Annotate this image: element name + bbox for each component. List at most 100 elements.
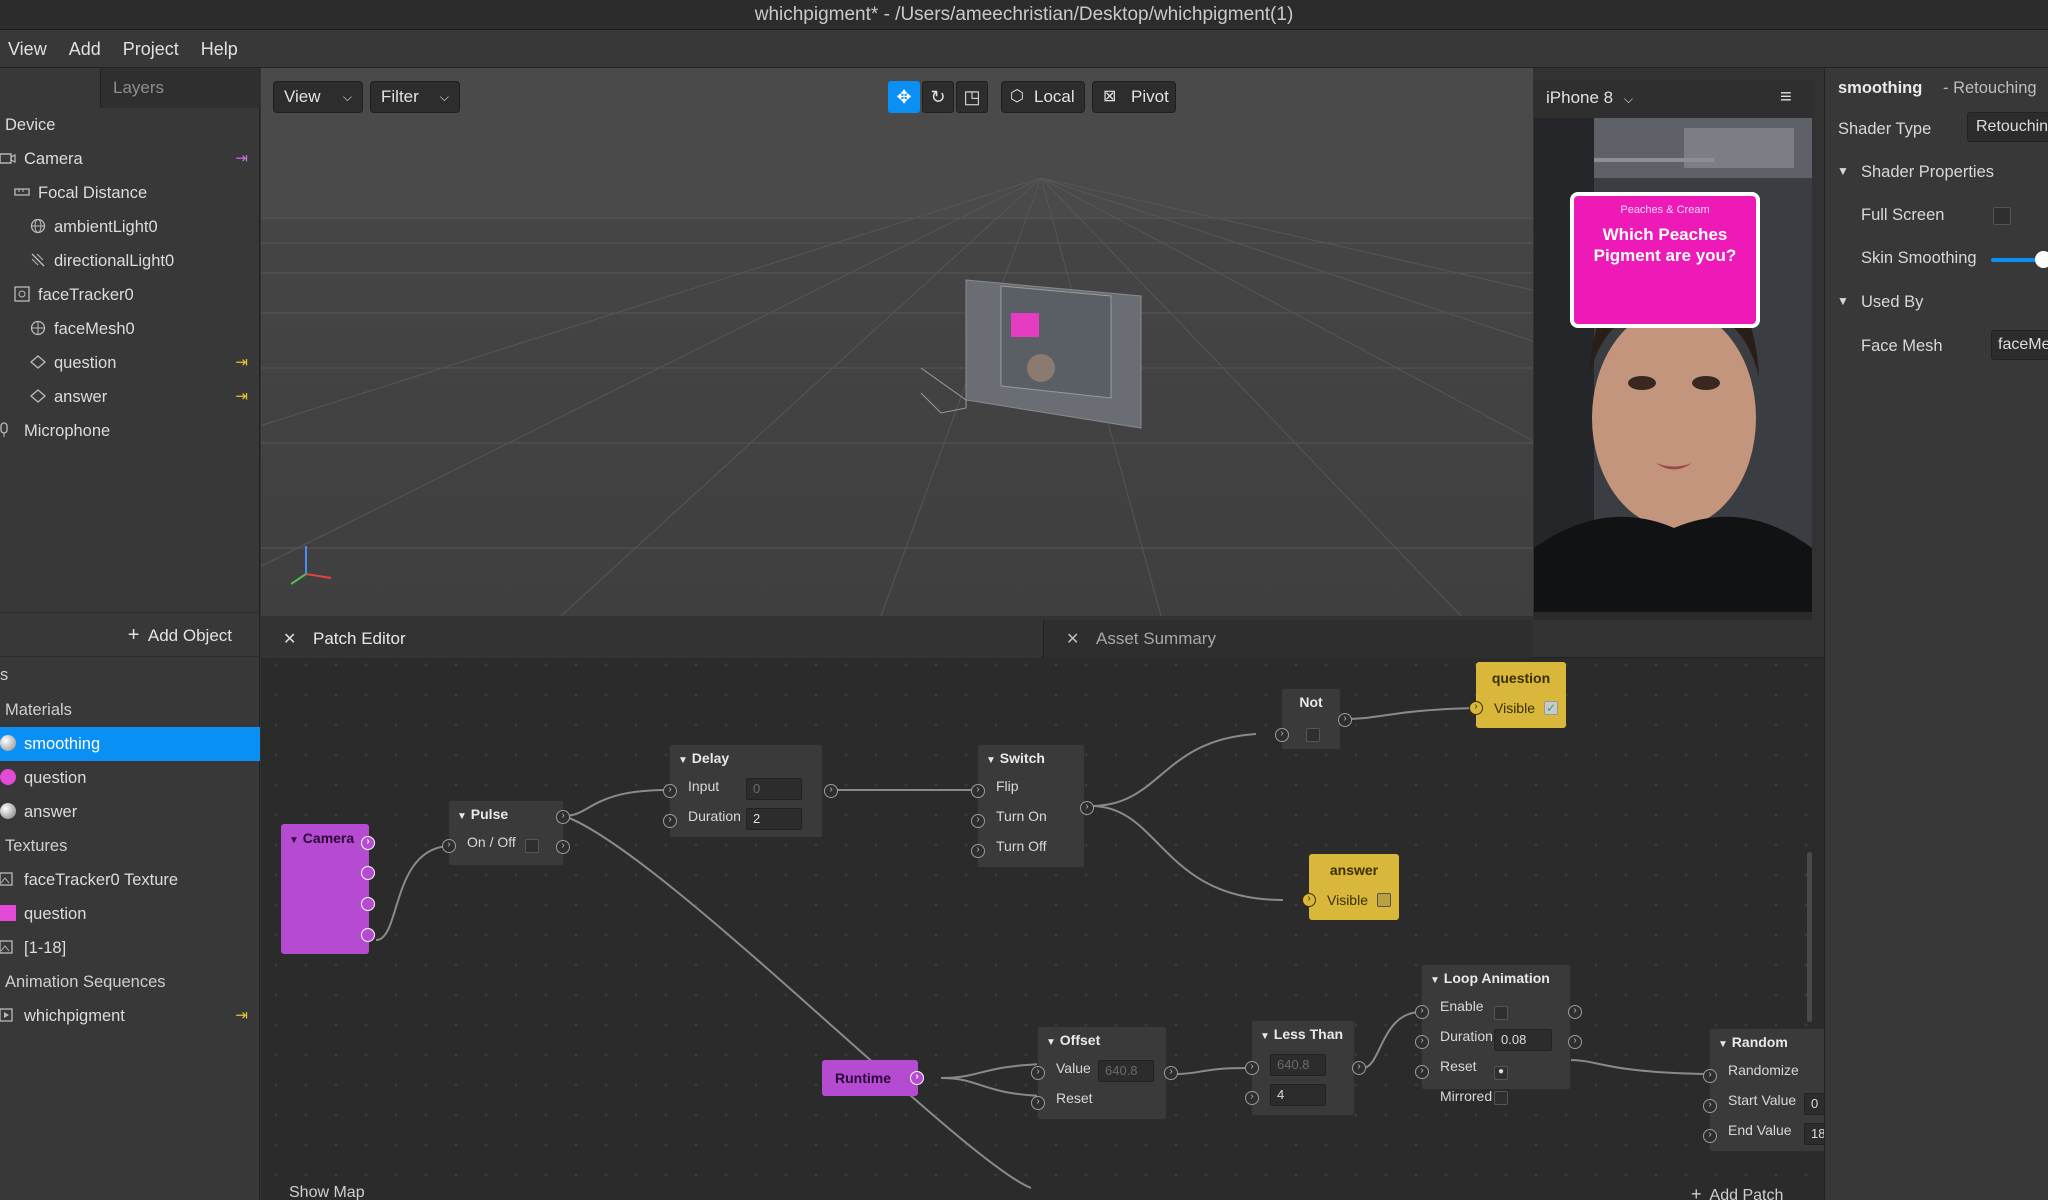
patch-answer-node[interactable]: answer Visible › (1302, 854, 1399, 920)
face-mesh-field[interactable]: faceMe (1991, 330, 2048, 360)
scene-question-plane[interactable] (1011, 313, 1039, 337)
input-port[interactable]: › (1245, 1091, 1259, 1105)
tree-item-face-mesh[interactable]: faceMesh0 (0, 312, 260, 346)
tree-item-focal-distance[interactable]: Focal Distance (0, 176, 260, 210)
output-port[interactable] (361, 866, 375, 880)
local-button[interactable]: ⬡ Local (1001, 81, 1085, 113)
not-checkbox[interactable] (1306, 728, 1320, 742)
input-port[interactable]: › (663, 814, 677, 828)
menu-help[interactable]: Help (201, 30, 238, 68)
input-port[interactable]: › (442, 839, 456, 853)
patch-offset-node[interactable]: ▼ Offset Value Reset › › 640.8 › (1031, 1026, 1178, 1120)
offset-value-field[interactable]: 640.8 (1098, 1060, 1154, 1082)
triangle-down-icon[interactable]: ▼ (1837, 294, 1849, 308)
full-screen-checkbox[interactable] (1993, 207, 2011, 225)
link-arrow-icon[interactable]: ⇥ (235, 346, 248, 380)
tree-item-microphone[interactable]: Microphone (0, 414, 260, 448)
less-than-a-field[interactable]: 640.8 (1270, 1054, 1326, 1076)
output-port[interactable]: › (361, 836, 375, 850)
input-port[interactable]: › (1031, 1096, 1045, 1110)
tree-item-camera[interactable]: Camera ⇥ (0, 142, 260, 176)
patch-pulse-node[interactable]: ▼ Pulse On / Off › › › (442, 800, 570, 866)
input-port[interactable]: › (1302, 893, 1316, 907)
mirrored-checkbox[interactable] (1494, 1091, 1508, 1105)
tree-item-device[interactable]: Device (0, 108, 260, 142)
output-port[interactable] (361, 897, 375, 911)
device-dropdown[interactable]: iPhone 8 ⌵ (1546, 88, 1633, 108)
output-port[interactable] (361, 928, 375, 942)
output-port[interactable]: › (1338, 713, 1352, 727)
tab-patch-editor[interactable]: ✕ Patch Editor (261, 620, 1041, 658)
output-port[interactable]: › (1352, 1061, 1366, 1075)
tree-item-directional-light[interactable]: directionalLight0 (0, 244, 260, 278)
patch-scrollbar[interactable] (1807, 852, 1812, 1022)
close-icon[interactable]: ✕ (1066, 629, 1079, 649)
skin-smoothing-thumb[interactable] (2035, 251, 2048, 268)
input-port[interactable]: › (1415, 1005, 1429, 1019)
input-port[interactable]: › (1703, 1069, 1717, 1083)
patch-question-node[interactable]: question Visible › ✓ (1469, 662, 1566, 728)
input-port[interactable]: › (1469, 701, 1483, 715)
input-port[interactable]: › (971, 844, 985, 858)
input-port[interactable]: › (971, 784, 985, 798)
asset-item-question-texture[interactable]: question (0, 897, 260, 931)
asset-item-smoothing[interactable]: smoothing (0, 727, 260, 761)
enable-checkbox[interactable] (1494, 1006, 1508, 1020)
asset-item-sequence-texture[interactable]: [1-18] (0, 931, 260, 965)
menu-project[interactable]: Project (123, 30, 179, 68)
patch-camera-node[interactable]: ▼ Camera › (281, 824, 375, 954)
shader-properties-section[interactable]: Shader Properties (1861, 163, 1994, 182)
link-arrow-icon[interactable]: ⇥ (235, 380, 248, 414)
menu-add[interactable]: Add (69, 30, 101, 68)
pivot-button[interactable]: ⊠ Pivot (1092, 81, 1176, 113)
close-icon[interactable]: ✕ (283, 629, 296, 649)
visible-checkbox-checked[interactable]: ✓ (1544, 701, 1558, 715)
section-materials[interactable]: Materials (0, 693, 260, 727)
tree-item-answer[interactable]: answer ⇥ (0, 380, 260, 414)
filter-dropdown[interactable]: Filter ⌵ (370, 81, 460, 113)
tree-item-ambient-light[interactable]: ambientLight0 (0, 210, 260, 244)
input-port[interactable]: › (663, 784, 677, 798)
input-port[interactable]: › (1415, 1035, 1429, 1049)
output-port[interactable]: › (1568, 1035, 1582, 1049)
move-tool-button[interactable]: ✥ (888, 81, 920, 113)
output-port[interactable]: › (910, 1071, 924, 1085)
input-port[interactable]: › (1031, 1066, 1045, 1080)
input-port[interactable]: › (971, 814, 985, 828)
random-end-field[interactable]: 18 (1804, 1123, 1824, 1145)
asset-item-whichpigment[interactable]: whichpigment ⇥ (0, 999, 260, 1033)
visible-checkbox[interactable] (1377, 893, 1391, 907)
layers-tab[interactable]: Layers (100, 68, 260, 108)
hamburger-menu-icon[interactable]: ≡ (1780, 86, 1792, 109)
patch-not-node[interactable]: Not › › (1275, 688, 1352, 750)
input-port[interactable]: › (1703, 1099, 1717, 1113)
delay-input-field[interactable]: 0 (746, 778, 802, 800)
patch-loop-animation-node[interactable]: ▼ Loop Animation Enable Duration Reset M… (1415, 964, 1582, 1105)
add-object-button[interactable]: + Add Object (0, 612, 260, 657)
random-start-field[interactable]: 0 (1804, 1093, 1824, 1115)
output-port[interactable]: › (556, 810, 570, 824)
output-port[interactable]: › (824, 784, 838, 798)
scene-viewport[interactable]: View ⌵ Filter ⌵ ✥ ↻ ◳ ⬡ Local ⊠ Pivot (261, 68, 1533, 616)
tree-item-face-tracker[interactable]: faceTracker0 (0, 278, 260, 312)
view-dropdown[interactable]: View ⌵ (273, 81, 363, 113)
menu-view[interactable]: View (8, 30, 47, 68)
output-port[interactable]: › (556, 840, 570, 854)
section-animation-sequences[interactable]: Animation Sequences (0, 965, 260, 999)
used-by-section[interactable]: Used By (1861, 293, 1923, 312)
patch-runtime-node[interactable]: Runtime › (822, 1060, 924, 1096)
patch-less-than-node[interactable]: ▼ Less Than › › 640.8 4 › (1245, 1020, 1366, 1116)
tab-asset-summary[interactable]: ✕ Asset Summary (1043, 620, 1533, 658)
link-arrow-icon[interactable]: ⇥ (235, 142, 248, 176)
output-port[interactable]: › (1164, 1066, 1178, 1080)
scale-tool-button[interactable]: ◳ (956, 81, 988, 113)
asset-item-facetracker-texture[interactable]: faceTracker0 Texture (0, 863, 260, 897)
simulator-screen[interactable]: Peaches & Cream Which Peaches Pigment ar… (1534, 118, 1812, 612)
tree-item-question[interactable]: question ⇥ (0, 346, 260, 380)
section-textures[interactable]: Textures (0, 829, 260, 863)
patch-switch-node[interactable]: ▼ Switch Flip Turn On Turn Off › › › › (971, 744, 1094, 868)
output-port[interactable]: › (1080, 801, 1094, 815)
input-port[interactable]: › (1245, 1061, 1259, 1075)
asset-item-question-material[interactable]: question (0, 761, 260, 795)
rotate-tool-button[interactable]: ↻ (922, 81, 954, 113)
